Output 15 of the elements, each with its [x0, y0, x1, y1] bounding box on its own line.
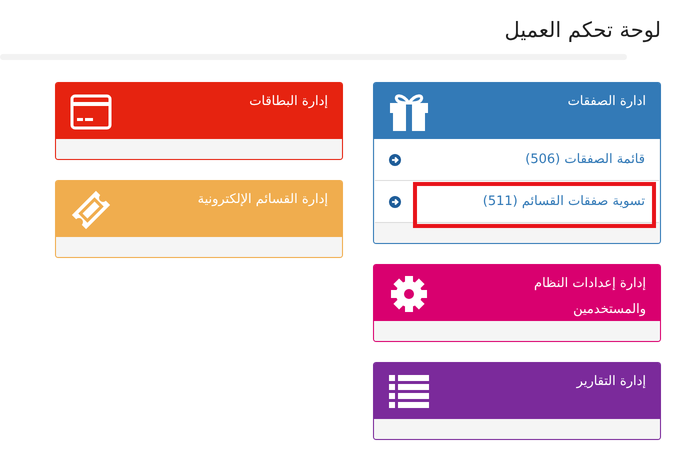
menu-link[interactable]: قائمة الصفقات (506): [525, 152, 645, 167]
panel-header[interactable]: إدارة البطاقات: [56, 83, 342, 139]
panel-title: إدارة البطاقات: [249, 93, 328, 111]
ticket-icon: [70, 189, 112, 231]
panel-header[interactable]: إدارة إعدادات النظام والمستخدمين: [374, 265, 660, 321]
panel-title: ادارة الصفقات: [568, 93, 646, 111]
panel-header[interactable]: إدارة التقارير: [374, 363, 660, 419]
panel-title: إدارة التقارير: [576, 373, 646, 391]
page-title: لوحة تحكم العميل: [503, 17, 661, 44]
arrow-circle-icon: [389, 196, 401, 208]
panel-title: إدارة إعدادات النظام والمستخدمين: [533, 275, 646, 319]
gear-icon: [388, 273, 430, 315]
panel-title: إدارة القسائم الإلكترونية: [198, 191, 328, 209]
panel-header[interactable]: ادارة الصفقات: [374, 83, 660, 139]
arrow-circle-icon: [389, 154, 401, 166]
